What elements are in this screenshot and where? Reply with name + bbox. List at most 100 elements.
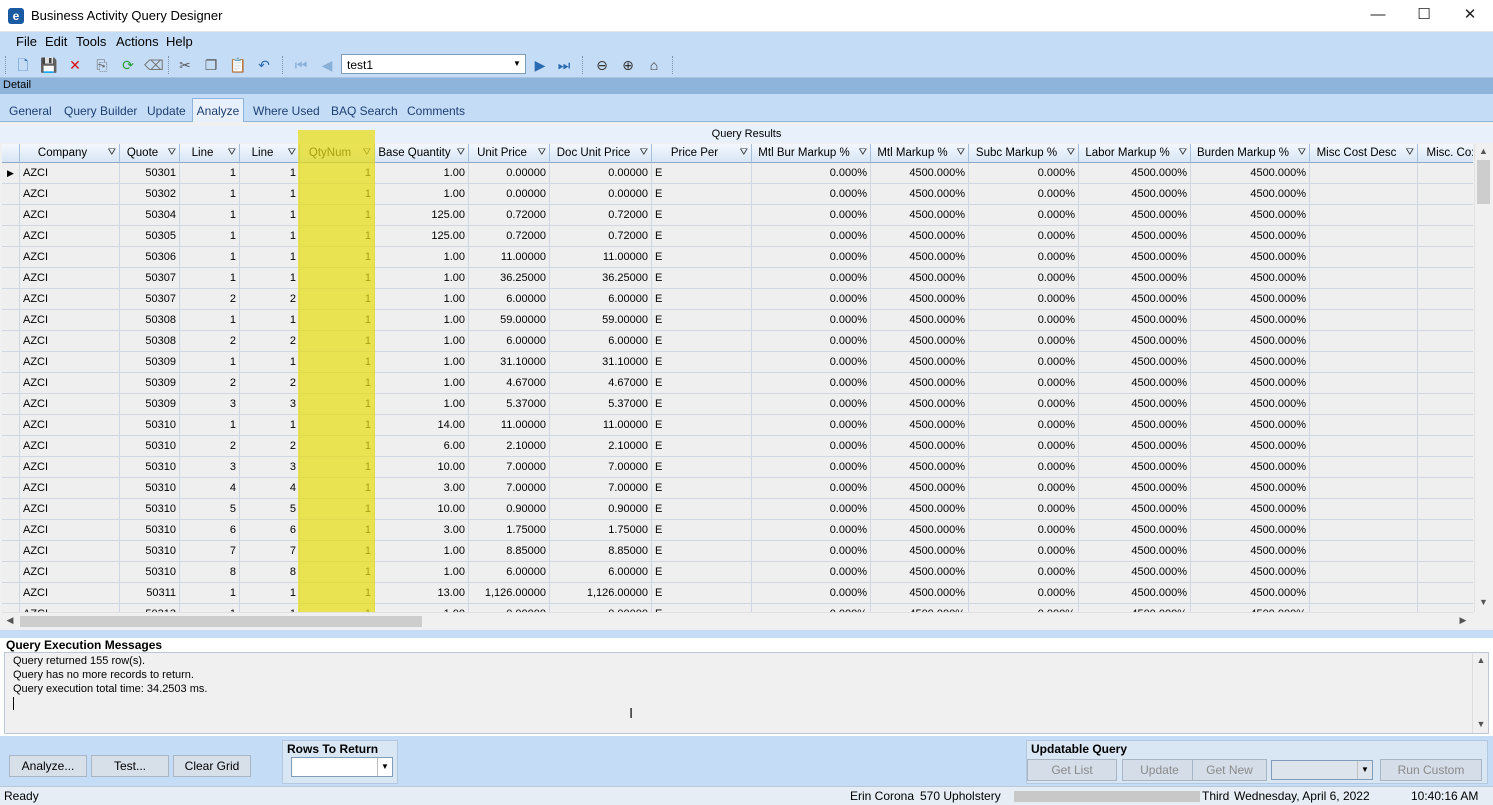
menu-actions[interactable]: Actions xyxy=(116,34,159,49)
table-cell[interactable]: 4500.000% xyxy=(871,604,969,612)
table-cell[interactable]: AZCI xyxy=(20,457,120,478)
table-row[interactable]: AZCI 50309 1 1 1 1.00 31.10000 31.10000 E 0.000% 4… xyxy=(2,352,1473,373)
table-cell[interactable]: 8.85000 xyxy=(469,541,550,562)
tab-general[interactable]: General xyxy=(9,101,52,121)
table-cell[interactable]: 4500.000% xyxy=(871,331,969,352)
table-cell[interactable]: 4500.000% xyxy=(1079,541,1191,562)
scroll-right-icon[interactable]: ▶ xyxy=(1457,615,1469,626)
table-cell[interactable]: 13.00 xyxy=(375,583,469,604)
row-selector[interactable] xyxy=(2,268,20,289)
table-cell[interactable]: 8 xyxy=(180,562,240,583)
table-cell[interactable]: 2 xyxy=(180,289,240,310)
table-cell[interactable]: AZCI xyxy=(20,499,120,520)
table-cell[interactable]: 1 xyxy=(300,373,375,394)
table-cell[interactable]: 0.000% xyxy=(752,289,871,310)
row-selector[interactable] xyxy=(2,583,20,604)
table-cell[interactable]: AZCI xyxy=(20,331,120,352)
table-cell[interactable]: 6.00000 xyxy=(550,562,652,583)
table-cell[interactable]: 1.00 xyxy=(375,289,469,310)
table-cell[interactable]: 0 xyxy=(1418,352,1473,373)
table-cell[interactable]: 0 xyxy=(1418,247,1473,268)
table-cell[interactable]: 0 xyxy=(1418,331,1473,352)
table-cell[interactable]: 2 xyxy=(240,373,300,394)
table-cell[interactable]: E xyxy=(652,394,752,415)
table-cell[interactable]: 1,126.00000 xyxy=(469,583,550,604)
table-cell[interactable]: 4500.000% xyxy=(1191,541,1310,562)
table-cell[interactable] xyxy=(1310,352,1418,373)
run-custom-button[interactable]: Run Custom xyxy=(1380,759,1482,781)
table-cell[interactable]: 4500.000% xyxy=(1191,583,1310,604)
table-cell[interactable]: 0.000% xyxy=(969,310,1079,331)
table-cell[interactable]: 4500.000% xyxy=(1079,373,1191,394)
column-header-qtynum[interactable]: QtyNum ⛛ xyxy=(300,144,375,163)
horizontal-scrollbar[interactable]: ◀ ▶ xyxy=(2,612,1473,629)
table-cell[interactable]: 0.000% xyxy=(969,436,1079,457)
tab-query-builder[interactable]: Query Builder xyxy=(64,101,137,121)
table-cell[interactable]: E xyxy=(652,457,752,478)
row-selector[interactable] xyxy=(2,310,20,331)
first-icon[interactable]: ⏮ xyxy=(291,55,311,75)
table-cell[interactable]: 6.00000 xyxy=(469,562,550,583)
table-cell[interactable]: 4500.000% xyxy=(871,226,969,247)
table-cell[interactable]: 1.00 xyxy=(375,247,469,268)
column-header-unit-price[interactable]: Unit Price ⛛ xyxy=(469,144,550,163)
table-cell[interactable]: AZCI xyxy=(20,310,120,331)
table-cell[interactable]: 4500.000% xyxy=(1079,352,1191,373)
table-cell[interactable]: 11.00000 xyxy=(550,415,652,436)
table-cell[interactable] xyxy=(1310,289,1418,310)
table-cell[interactable]: 4500.000% xyxy=(871,394,969,415)
table-cell[interactable]: 4500.000% xyxy=(1079,457,1191,478)
table-cell[interactable]: 1 xyxy=(240,205,300,226)
table-cell[interactable]: 0.000% xyxy=(752,226,871,247)
table-cell[interactable]: AZCI xyxy=(20,394,120,415)
table-cell[interactable]: AZCI xyxy=(20,247,120,268)
row-selector[interactable] xyxy=(2,604,20,612)
row-selector[interactable] xyxy=(2,331,20,352)
table-cell[interactable]: 4500.000% xyxy=(1191,373,1310,394)
table-cell[interactable]: 1 xyxy=(300,478,375,499)
table-cell[interactable]: 4500.000% xyxy=(1191,604,1310,612)
table-cell[interactable]: 0.72000 xyxy=(469,226,550,247)
table-cell[interactable]: AZCI xyxy=(20,478,120,499)
table-cell[interactable]: 1.00 xyxy=(375,268,469,289)
table-cell[interactable]: 0 xyxy=(1418,478,1473,499)
filter-icon[interactable]: ⛛ xyxy=(228,144,236,162)
table-cell[interactable]: 0.000% xyxy=(969,478,1079,499)
table-cell[interactable]: 50310 xyxy=(120,562,180,583)
menu-tools[interactable]: Tools xyxy=(76,34,106,49)
table-cell[interactable]: E xyxy=(652,541,752,562)
table-cell[interactable]: 0.000% xyxy=(752,541,871,562)
home-icon[interactable]: ⌂ xyxy=(644,55,664,75)
update-button[interactable]: Update xyxy=(1122,759,1197,781)
table-cell[interactable] xyxy=(1310,394,1418,415)
table-cell[interactable]: 6 xyxy=(180,520,240,541)
table-cell[interactable]: 4500.000% xyxy=(1079,520,1191,541)
table-cell[interactable]: 4500.000% xyxy=(1079,268,1191,289)
menu-edit[interactable]: Edit xyxy=(45,34,67,49)
table-cell[interactable]: 0.000% xyxy=(969,457,1079,478)
table-cell[interactable]: 1 xyxy=(300,331,375,352)
row-selector[interactable] xyxy=(2,457,20,478)
table-cell[interactable]: 1 xyxy=(240,268,300,289)
table-cell[interactable]: 0.000% xyxy=(752,562,871,583)
table-cell[interactable]: 2 xyxy=(180,436,240,457)
table-cell[interactable]: 1 xyxy=(300,436,375,457)
table-cell[interactable]: 1 xyxy=(300,520,375,541)
table-cell[interactable]: AZCI xyxy=(20,184,120,205)
table-cell[interactable]: 4500.000% xyxy=(1079,289,1191,310)
table-cell[interactable]: 4500.000% xyxy=(871,184,969,205)
table-cell[interactable]: 1 xyxy=(180,352,240,373)
table-cell[interactable]: 50307 xyxy=(120,268,180,289)
table-cell[interactable]: 1 xyxy=(240,310,300,331)
table-row[interactable]: AZCI 50307 2 2 1 1.00 6.00000 6.00000 E 0.000% 450… xyxy=(2,289,1473,310)
table-cell[interactable]: 1 xyxy=(240,247,300,268)
get-list-button[interactable]: Get List xyxy=(1027,759,1117,781)
table-row[interactable]: AZCI 50307 1 1 1 1.00 36.25000 36.25000 E 0.000% 4… xyxy=(2,268,1473,289)
table-cell[interactable] xyxy=(1310,184,1418,205)
table-cell[interactable]: 1.00 xyxy=(375,331,469,352)
table-cell[interactable]: 50313 xyxy=(120,604,180,612)
table-cell[interactable]: 125.00 xyxy=(375,205,469,226)
table-cell[interactable]: 4500.000% xyxy=(1079,415,1191,436)
table-cell[interactable]: 3.00 xyxy=(375,520,469,541)
table-cell[interactable]: 4500.000% xyxy=(1191,415,1310,436)
